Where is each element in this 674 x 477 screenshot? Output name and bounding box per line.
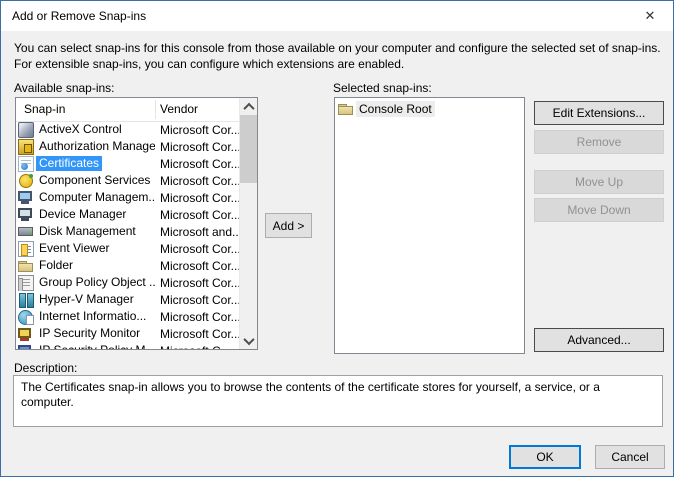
- snap-in-row[interactable]: Group Policy Object ... Microsoft Cor...: [16, 274, 240, 291]
- snap-in-name: Hyper-V Manager: [39, 292, 134, 306]
- ip-security-monitor-icon: [18, 326, 34, 342]
- add-button[interactable]: Add >: [265, 213, 312, 238]
- scroll-up-icon[interactable]: [240, 98, 257, 115]
- snap-in-name: ActiveX Control: [39, 122, 122, 136]
- column-header-snapin[interactable]: Snap-in: [24, 102, 65, 116]
- snap-in-name: Authorization Manager: [39, 139, 155, 153]
- snap-in-name: IP Security Policy M...: [36, 343, 155, 349]
- snap-in-row[interactable]: Authorization Manager Microsoft Cor...: [16, 138, 240, 155]
- add-remove-snapins-dialog: Add or Remove Snap-ins ✕ You can select …: [0, 0, 674, 477]
- snap-in-vendor: Microsoft and...: [160, 224, 240, 239]
- available-snapins-list: Snap-in Vendor ActiveX Control Microsoft…: [15, 97, 258, 350]
- snap-in-row[interactable]: Disk Management Microsoft and...: [16, 223, 240, 240]
- snap-in-row[interactable]: IP Security Monitor Microsoft Cor...: [16, 325, 240, 342]
- scrollbar-thumb[interactable]: [240, 115, 257, 183]
- snap-in-row[interactable]: Computer Managem... Microsoft Cor...: [16, 189, 240, 206]
- snap-in-row[interactable]: Component Services Microsoft Cor...: [16, 172, 240, 189]
- snap-in-name: Group Policy Object ...: [39, 275, 155, 289]
- snap-in-vendor: Microsoft Cor...: [160, 292, 240, 307]
- scroll-down-icon[interactable]: [240, 332, 257, 349]
- snap-in-name: Certificates: [36, 156, 103, 171]
- snap-in-row[interactable]: ActiveX Control Microsoft Cor...: [16, 121, 240, 138]
- snap-in-name: IP Security Monitor: [39, 326, 141, 340]
- snap-in-vendor: Microsoft Cor...: [160, 241, 240, 256]
- column-header-vendor[interactable]: Vendor: [160, 102, 198, 116]
- disk-management-icon: [18, 224, 34, 240]
- column-divider[interactable]: [155, 100, 156, 119]
- selected-snapins-list: Console Root: [334, 97, 525, 354]
- snap-in-name: Internet Informatio...: [39, 309, 147, 323]
- console-root-item[interactable]: Console Root: [338, 101, 524, 117]
- component-services-icon: [18, 173, 34, 189]
- list-header: Snap-in Vendor: [16, 98, 240, 122]
- snap-in-name: Event Viewer: [39, 241, 110, 255]
- title-bar: Add or Remove Snap-ins: [1, 1, 673, 31]
- snap-in-row[interactable]: Device Manager Microsoft Cor...: [16, 206, 240, 223]
- hyperv-manager-icon: [18, 292, 34, 308]
- snap-in-vendor: Microsoft Cor...: [160, 309, 240, 324]
- authorization-manager-icon: [18, 138, 34, 155]
- close-icon[interactable]: ✕: [627, 1, 673, 30]
- snap-in-row[interactable]: Folder Microsoft Cor...: [16, 257, 240, 274]
- snap-in-row[interactable]: Event Viewer Microsoft Cor...: [16, 240, 240, 257]
- group-policy-icon: [18, 274, 34, 291]
- snap-in-name: Folder: [39, 258, 74, 272]
- snap-in-row[interactable]: Hyper-V Manager Microsoft Cor...: [16, 291, 240, 308]
- vertical-scrollbar[interactable]: [239, 98, 257, 349]
- activex-control-icon: [18, 121, 34, 138]
- edit-extensions-button[interactable]: Edit Extensions...: [534, 101, 664, 125]
- ip-security-policy-icon: [18, 343, 34, 349]
- snap-in-vendor: Microsoft Cor...: [160, 190, 240, 205]
- snap-in-vendor: Microsoft Cor...: [160, 156, 240, 171]
- snap-in-vendor: Microsoft C...: [155, 344, 231, 350]
- folder-icon: [18, 258, 34, 274]
- dialog-title: Add or Remove Snap-ins: [12, 9, 147, 23]
- description-label: Description:: [14, 361, 78, 375]
- snap-in-name: Disk Management: [39, 224, 136, 238]
- iis-icon: [18, 309, 34, 325]
- console-root-label: Console Root: [356, 101, 435, 117]
- selected-snapins-label: Selected snap-ins:: [333, 81, 432, 95]
- snap-in-row[interactable]: Internet Informatio... Microsoft Cor...: [16, 308, 240, 325]
- snap-in-row[interactable]: IP Security Policy M... Microsoft C...: [16, 342, 240, 349]
- ok-button[interactable]: OK: [509, 445, 581, 469]
- description-box: The Certificates snap-in allows you to b…: [13, 375, 663, 427]
- move-up-button[interactable]: Move Up: [534, 170, 664, 194]
- advanced-button[interactable]: Advanced...: [534, 328, 664, 352]
- snap-in-name: Computer Managem...: [39, 190, 155, 204]
- intro-text: You can select snap-ins for this console…: [14, 41, 661, 71]
- snap-in-vendor: Microsoft Cor...: [160, 326, 240, 341]
- snap-in-vendor: Microsoft Cor...: [160, 139, 240, 154]
- device-manager-icon: [18, 207, 34, 223]
- snap-in-vendor: Microsoft Cor...: [160, 122, 240, 137]
- event-viewer-icon: [18, 240, 34, 257]
- snapin-rows: ActiveX Control Microsoft Cor... Authori…: [16, 121, 240, 349]
- folder-icon: [338, 101, 354, 117]
- remove-button[interactable]: Remove: [534, 130, 664, 154]
- snap-in-row[interactable]: Certificates Microsoft Cor...: [16, 155, 240, 172]
- snap-in-vendor: Microsoft Cor...: [160, 275, 240, 290]
- computer-management-icon: [18, 190, 34, 206]
- available-snapins-label: Available snap-ins:: [14, 81, 115, 95]
- snap-in-vendor: Microsoft Cor...: [160, 173, 240, 188]
- certificates-icon: [18, 155, 34, 172]
- snap-in-name: Device Manager: [39, 207, 127, 221]
- cancel-button[interactable]: Cancel: [595, 445, 665, 469]
- snap-in-vendor: Microsoft Cor...: [160, 207, 240, 222]
- snap-in-vendor: Microsoft Cor...: [160, 258, 240, 273]
- snap-in-name: Component Services: [39, 173, 151, 187]
- move-down-button[interactable]: Move Down: [534, 198, 664, 222]
